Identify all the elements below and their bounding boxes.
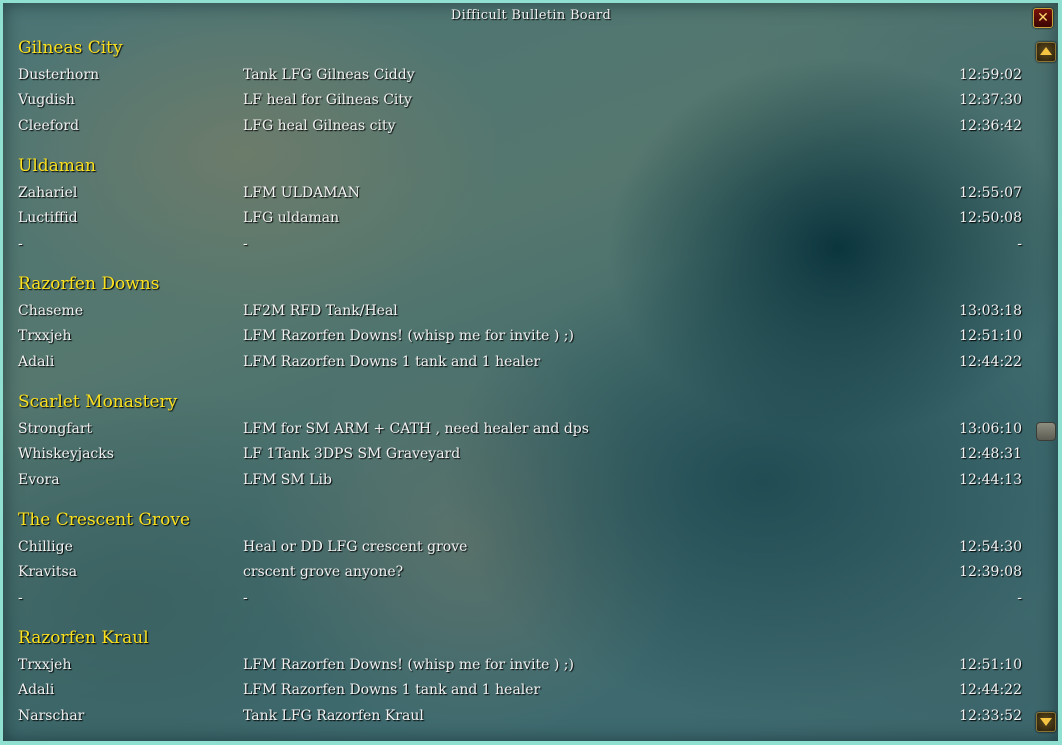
entry-message: LFM Razorfen Downs 1 tank and 1 healer — [243, 682, 541, 699]
entry-time: 12:44:22 — [959, 353, 1022, 370]
entry-row[interactable]: Zahariel LFM ULDAMAN 12:55:07 — [0, 185, 1030, 209]
group-title: Razorfen Kraul — [18, 628, 149, 648]
entry-player: Zahariel — [18, 185, 78, 201]
entry-message: LFM ULDAMAN — [243, 185, 360, 201]
entry-message: - — [243, 589, 248, 606]
entry-time: 13:03:18 — [959, 303, 1022, 319]
entry-row[interactable]: Luctiffid LFG uldaman 12:50:08 — [0, 210, 1030, 234]
entry-time: 12:55:07 — [959, 185, 1022, 201]
entry-message: LFG uldaman — [243, 210, 340, 227]
dungeon-group: Scarlet Monastery Strongfart LFM for SM AR… — [0, 392, 1030, 502]
entry-player: Dusterhorn — [18, 67, 100, 83]
entry-row[interactable]: Chaseme LF2M RFD Tank/Heal 13:03:18 — [0, 303, 1030, 327]
entry-player: Chaseme — [18, 303, 84, 319]
entry-player: Luctiffid — [18, 210, 78, 227]
dungeon-group: Gilneas City Dusterhorn Tank LFG Gilneas C… — [0, 38, 1030, 148]
group-title: The Crescent Grove — [18, 510, 191, 530]
entry-message: LFM Razorfen Downs! (whisp me for invite… — [243, 328, 574, 345]
group-title: Scarlet Monastery — [18, 392, 178, 412]
group-list: Gilneas City Dusterhorn Tank LFG Gilneas C… — [0, 0, 1062, 745]
entry-row[interactable]: Dusterhorn Tank LFG Gilneas Ciddy 12:59:02 — [0, 67, 1030, 91]
entry-player: Kravitsa — [18, 564, 78, 581]
entry-message: LFG heal Gilneas city — [243, 117, 396, 134]
group-title: Razorfen Downs — [18, 274, 160, 294]
entry-message: LFM SM Lib — [243, 471, 332, 488]
entry-message: crscent grove anyone? — [243, 564, 404, 581]
entry-message: LFM for SM ARM + CATH , need healer and … — [243, 421, 589, 437]
entry-player: Whiskeyjacks — [18, 446, 114, 463]
entry-player: Narschar — [18, 707, 85, 724]
entry-time: 12:54:30 — [959, 539, 1022, 555]
dungeon-group: The Crescent Grove Chillige Heal or DD LFG… — [0, 510, 1030, 620]
dungeon-group: Razorfen Kraul Trxxjeh LFM Razorfen Downs!… — [0, 628, 1030, 738]
entry-time: 12:33:52 — [959, 707, 1022, 724]
entry-time: 12:37:30 — [959, 92, 1022, 109]
entry-player: Strongfart — [18, 421, 93, 437]
entry-player: Trxxjeh — [18, 328, 72, 345]
entry-row[interactable]: --- — [0, 236, 1030, 260]
entry-row[interactable]: Trxxjeh LFM Razorfen Downs! (whisp me for… — [0, 328, 1030, 352]
group-title: Gilneas City — [18, 38, 123, 58]
entry-time: - — [1017, 235, 1022, 252]
entry-row[interactable]: Cleeford LFG heal Gilneas city 12:36:42 — [0, 118, 1030, 142]
entry-message: LF2M RFD Tank/Heal — [243, 303, 398, 319]
entry-message: Tank LFG Razorfen Kraul — [243, 707, 424, 724]
entry-player: Chillige — [18, 539, 73, 555]
entry-time: 12:44:22 — [959, 682, 1022, 699]
entry-player: - — [18, 235, 23, 252]
entry-row[interactable]: Kravitsa crscent grove anyone? 12:39:08 — [0, 564, 1030, 588]
dungeon-group: Uldaman Zahariel LFM ULDAMAN 12:55:07 Luctif… — [0, 156, 1030, 266]
entry-row[interactable]: Whiskeyjacks LF 1Tank 3DPS SM Graveyard 12… — [0, 446, 1030, 470]
entry-player: Vugdish — [18, 92, 75, 109]
entry-player: - — [18, 589, 23, 606]
entry-row[interactable]: Chillige Heal or DD LFG crescent grove 12:… — [0, 539, 1030, 563]
entry-time: - — [1017, 589, 1022, 606]
entry-row[interactable]: Evora LFM SM Lib 12:44:13 — [0, 472, 1030, 496]
entry-row[interactable]: Narschar Tank LFG Razorfen Kraul 12:33:52 — [0, 708, 1030, 732]
entry-time: 13:06:10 — [959, 421, 1022, 437]
entry-message: LF 1Tank 3DPS SM Graveyard — [243, 446, 461, 463]
dungeon-group: Razorfen Downs Chaseme LF2M RFD Tank/Heal 1… — [0, 274, 1030, 384]
entry-row[interactable]: Adali LFM Razorfen Downs 1 tank and 1 hea… — [0, 682, 1030, 706]
entry-time: 12:36:42 — [959, 117, 1022, 134]
entry-player: Evora — [18, 471, 60, 488]
entry-message: Heal or DD LFG crescent grove — [243, 539, 468, 555]
entry-row[interactable]: Vugdish LF heal for Gilneas City 12:37:30 — [0, 92, 1030, 116]
entry-player: Adali — [18, 353, 55, 370]
entry-player: Trxxjeh — [18, 657, 72, 673]
entry-row[interactable]: Adali LFM Razorfen Downs 1 tank and 1 hea… — [0, 354, 1030, 378]
entry-row[interactable]: --- — [0, 590, 1030, 614]
entry-time: 12:59:02 — [959, 67, 1022, 83]
entry-message: LF heal for Gilneas City — [243, 92, 412, 109]
entry-player: Cleeford — [18, 117, 80, 134]
entry-message: - — [243, 235, 248, 252]
entry-message: LFM Razorfen Downs 1 tank and 1 healer — [243, 353, 541, 370]
entry-message: LFM Razorfen Downs! (whisp me for invite… — [243, 657, 574, 673]
entry-player: Adali — [18, 682, 55, 699]
entry-time: 12:51:10 — [959, 328, 1022, 345]
group-title: Uldaman — [18, 156, 96, 176]
entry-time: 12:39:08 — [959, 564, 1022, 581]
entry-row[interactable]: Strongfart LFM for SM ARM + CATH , need h… — [0, 421, 1030, 445]
entry-time: 12:48:31 — [959, 446, 1022, 463]
entry-message: Tank LFG Gilneas Ciddy — [243, 67, 415, 83]
entry-row[interactable]: Trxxjeh LFM Razorfen Downs! (whisp me for… — [0, 657, 1030, 681]
entry-time: 12:51:10 — [959, 657, 1022, 673]
entry-time: 12:50:08 — [959, 210, 1022, 227]
entry-time: 12:44:13 — [959, 471, 1022, 488]
